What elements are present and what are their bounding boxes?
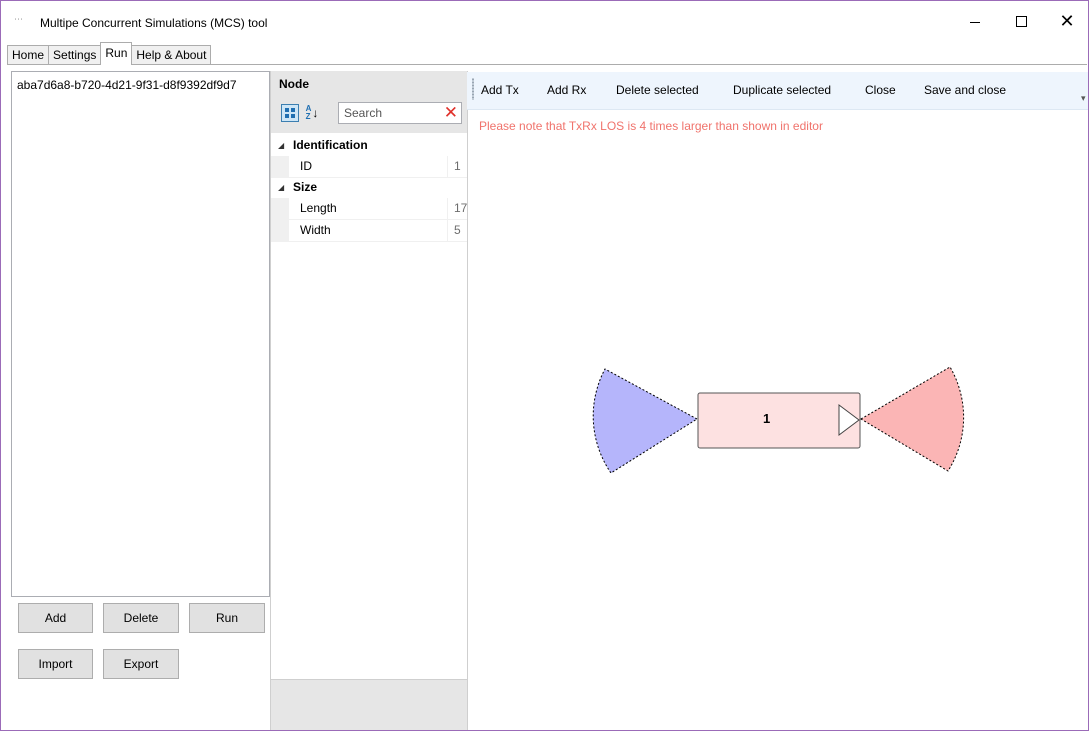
tx-cone[interactable]	[860, 366, 965, 472]
property-row-id[interactable]: ID 1	[271, 156, 467, 178]
toolbar-overflow-icon[interactable]: ▾	[1081, 94, 1086, 103]
simulation-list[interactable]: aba7d6a8-b720-4d21-9f31-d8f9392df9d7	[11, 71, 270, 597]
minimize-button[interactable]	[952, 1, 998, 41]
close-editor-button[interactable]: Close	[865, 83, 896, 97]
list-item[interactable]: aba7d6a8-b720-4d21-9f31-d8f9392df9d7	[17, 78, 237, 92]
toolbar-grip-icon[interactable]	[472, 78, 474, 100]
property-grid-title: Node	[279, 77, 309, 91]
property-name: Length	[300, 201, 337, 215]
tab-help-about[interactable]: Help & About	[131, 45, 212, 65]
categorized-icon	[285, 108, 295, 118]
maximize-icon	[1015, 15, 1027, 27]
collapse-triangle-icon: ◢	[278, 183, 285, 192]
save-and-close-button[interactable]: Save and close	[924, 83, 1006, 97]
property-value[interactable]: 5	[447, 220, 467, 241]
add-rx-button[interactable]: Add Rx	[547, 83, 586, 97]
property-value[interactable]: 1	[447, 156, 467, 177]
rx-cone[interactable]	[592, 368, 698, 474]
categorized-view-button[interactable]	[281, 104, 299, 122]
tab-run[interactable]: Run	[100, 42, 133, 65]
category-label: Identification	[293, 138, 368, 152]
sort-arrow-icon: ↓	[312, 106, 319, 120]
node-label: 1	[763, 411, 771, 426]
property-value[interactable]: 17	[447, 198, 467, 219]
tab-home[interactable]: Home	[7, 45, 50, 65]
app-icon: ⋯	[14, 14, 23, 24]
property-row-width[interactable]: Width 5	[271, 220, 467, 242]
collapse-triangle-icon: ◢	[278, 141, 285, 150]
tab-strip: Home Settings Run Help & About	[7, 42, 212, 65]
import-button[interactable]: Import	[18, 649, 93, 679]
alphabetical-sort-button[interactable]: A Z ↓	[303, 104, 321, 122]
run-button[interactable]: Run	[189, 603, 265, 633]
delete-button[interactable]: Delete	[103, 603, 179, 633]
window-title: Multipe Concurrent Simulations (MCS) too…	[40, 16, 268, 30]
add-tx-button[interactable]: Add Tx	[481, 83, 519, 97]
title-bar: ⋯ Multipe Concurrent Simulations (MCS) t…	[1, 1, 1088, 41]
property-row-length[interactable]: Length 17	[271, 198, 467, 220]
tab-divider	[7, 64, 1087, 65]
maximize-button[interactable]	[998, 1, 1044, 41]
property-search-input[interactable]	[344, 105, 434, 121]
editor-canvas[interactable]: 1	[467, 111, 1088, 730]
close-window-button[interactable]: ✕	[1044, 1, 1088, 41]
app-window: ⋯ Multipe Concurrent Simulations (MCS) t…	[0, 0, 1089, 731]
category-label: Size	[293, 180, 318, 194]
add-button[interactable]: Add	[18, 603, 93, 633]
close-icon: ✕	[1059, 11, 1075, 31]
property-name: Width	[300, 223, 331, 237]
property-name: ID	[300, 159, 312, 173]
property-grid-header: Node AZ↓ ✕	[271, 71, 467, 133]
row-gutter	[271, 198, 289, 219]
node-box[interactable]	[697, 392, 861, 449]
editor-toolbar: Add Tx Add Rx Delete selected Duplicate …	[467, 72, 1088, 110]
property-grid: Node AZ↓ ✕ ◢ Identification ID 1	[270, 71, 468, 730]
minimize-icon	[970, 21, 980, 23]
property-description-pane	[271, 679, 467, 730]
delete-selected-button[interactable]: Delete selected	[616, 83, 699, 97]
row-gutter	[271, 220, 289, 241]
export-button[interactable]: Export	[103, 649, 179, 679]
property-search-box: ✕	[338, 102, 462, 124]
row-gutter	[271, 156, 289, 177]
sort-az-icon: AZ	[305, 104, 312, 121]
category-identification[interactable]: ◢ Identification	[271, 136, 467, 156]
tab-settings[interactable]: Settings	[48, 45, 102, 65]
property-rows: ◢ Identification ID 1 ◢ Size Length 17 W…	[271, 136, 467, 242]
clear-search-icon[interactable]: ✕	[444, 103, 458, 123]
duplicate-selected-button[interactable]: Duplicate selected	[733, 83, 831, 97]
editor-drawing	[592, 366, 965, 474]
category-size[interactable]: ◢ Size	[271, 178, 467, 198]
